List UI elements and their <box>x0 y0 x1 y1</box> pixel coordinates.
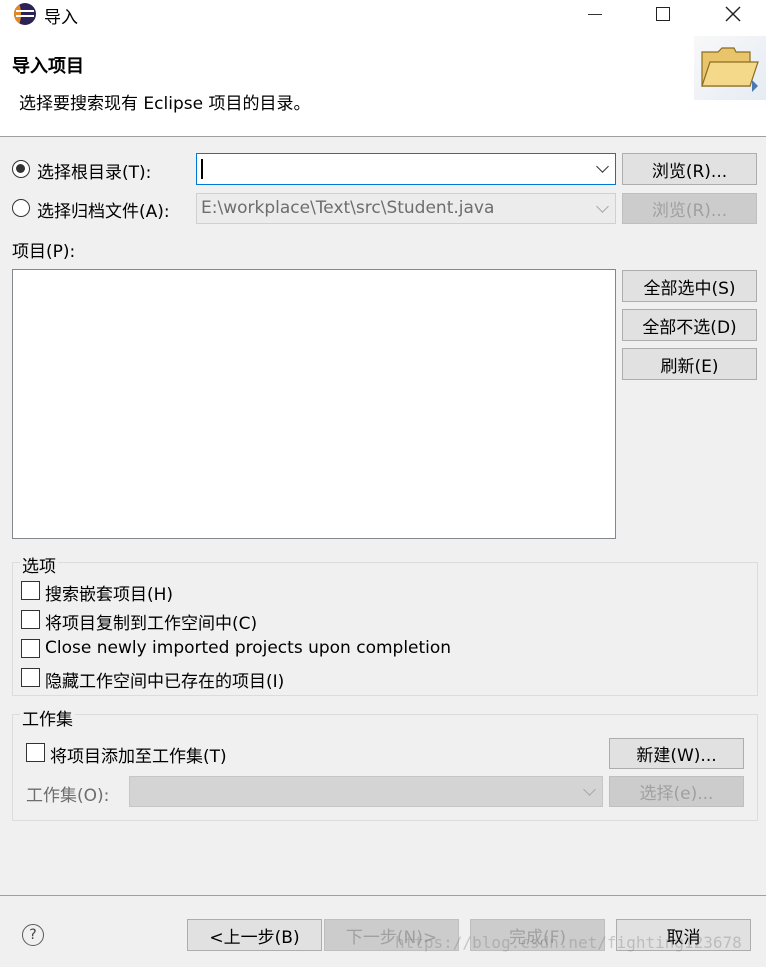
eclipse-app-icon <box>14 3 36 25</box>
close-imported-label: Close newly imported projects upon compl… <box>45 638 452 658</box>
projects-list[interactable] <box>12 269 616 539</box>
refresh-button[interactable]: 刷新(E) <box>622 348 757 380</box>
close-button[interactable] <box>710 0 756 28</box>
add-to-working-set-label: 将项目添加至工作集(T) <box>50 747 227 767</box>
options-group-title: 选项 <box>20 552 58 577</box>
help-icon[interactable]: ? <box>22 924 44 946</box>
page-title: 导入项目 <box>12 56 84 77</box>
wizard-banner <box>694 36 766 100</box>
chevron-down-icon[interactable] <box>596 200 609 213</box>
page-description: 选择要搜索现有 Eclipse 项目的目录。 <box>19 94 311 114</box>
copy-to-workspace-checkbox[interactable] <box>21 610 40 629</box>
copy-to-workspace-label: 将项目复制到工作空间中(C) <box>45 614 258 634</box>
close-icon <box>725 6 741 22</box>
new-working-set-button[interactable]: 新建(W)... <box>609 738 744 769</box>
working-set-label: 工作集(O): <box>26 786 110 806</box>
archive-file-value: E:\workplace\Text\src\Student.java <box>201 198 495 218</box>
close-imported-checkbox[interactable] <box>21 639 40 658</box>
search-nested-label: 搜索嵌套项目(H) <box>45 585 174 605</box>
root-directory-combo[interactable] <box>196 153 616 185</box>
archive-browse-button[interactable]: 浏览(R)... <box>622 193 757 224</box>
working-set-combo[interactable] <box>129 776 603 807</box>
wizard-header <box>0 28 766 137</box>
projects-label: 项目(P): <box>12 242 76 262</box>
hide-existing-checkbox[interactable] <box>21 668 40 687</box>
working-set-group-title: 工作集 <box>20 705 75 730</box>
text-caret <box>201 159 203 179</box>
select-all-button[interactable]: 全部选中(S) <box>622 270 757 302</box>
archive-file-label: 选择归档文件(A): <box>37 202 170 222</box>
root-directory-radio[interactable] <box>12 160 30 178</box>
maximize-button[interactable] <box>640 0 686 28</box>
minimize-icon <box>588 13 602 15</box>
deselect-all-button[interactable]: 全部不选(D) <box>622 309 757 341</box>
archive-file-radio[interactable] <box>12 199 30 217</box>
select-working-set-button[interactable]: 选择(e)... <box>609 776 744 807</box>
back-button[interactable]: <上一步(B) <box>187 919 322 951</box>
chevron-down-icon[interactable] <box>583 783 596 796</box>
window-title: 导入 <box>44 8 78 28</box>
archive-file-combo[interactable]: E:\workplace\Text\src\Student.java <box>196 193 616 224</box>
watermark-text: https://blog.csdn.net/fighting123678 <box>395 933 742 952</box>
maximize-icon <box>656 7 670 21</box>
root-browse-button[interactable]: 浏览(R)... <box>622 153 757 185</box>
chevron-down-icon[interactable] <box>596 160 609 173</box>
search-nested-checkbox[interactable] <box>21 581 40 600</box>
minimize-button[interactable] <box>572 0 618 28</box>
add-to-working-set-checkbox[interactable] <box>26 743 45 762</box>
root-directory-label: 选择根目录(T): <box>37 163 152 183</box>
footer-separator <box>0 895 766 896</box>
hide-existing-label: 隐藏工作空间中已存在的项目(I) <box>45 672 285 692</box>
folder-icon <box>701 47 759 92</box>
